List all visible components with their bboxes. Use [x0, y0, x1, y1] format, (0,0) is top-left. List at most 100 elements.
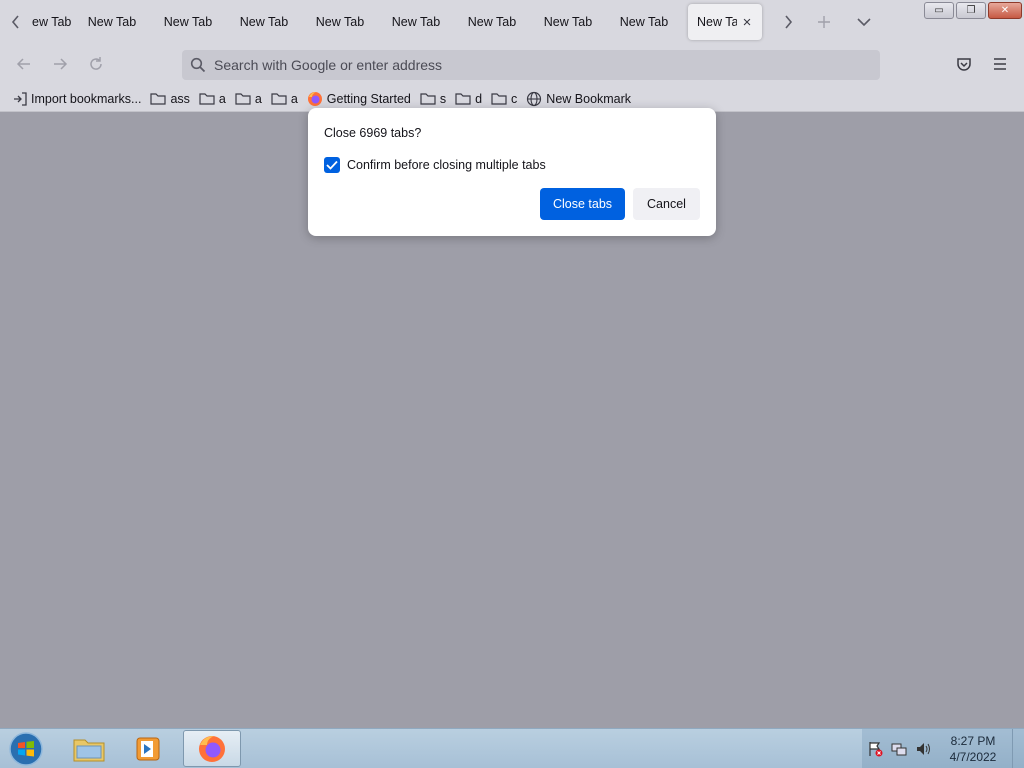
minimize-icon: ▭	[934, 5, 944, 16]
tab-scroll-right-button[interactable]	[774, 8, 802, 36]
taskbar-firefox[interactable]	[183, 730, 241, 767]
confirm-checkbox[interactable]	[324, 157, 340, 173]
forward-button[interactable]	[48, 52, 72, 76]
file-explorer-icon	[73, 739, 105, 761]
bookmark-getting-started[interactable]: Getting Started	[304, 88, 414, 110]
bookmark-label: a	[290, 91, 298, 106]
new-tab-button[interactable]	[810, 8, 838, 36]
tab-label: New Tab	[315, 15, 365, 29]
menu-button[interactable]	[988, 52, 1012, 76]
chevron-left-icon	[11, 15, 19, 29]
folder-icon	[271, 93, 287, 105]
chevron-down-icon	[857, 18, 871, 27]
bookmark-folder[interactable]: a	[232, 88, 265, 110]
tab[interactable]: New Tab	[454, 4, 530, 40]
tab-label: New Tab	[239, 15, 289, 29]
tab[interactable]: New Tab	[302, 4, 378, 40]
bookmark-label: ass	[170, 91, 190, 106]
arrow-right-icon	[54, 58, 68, 70]
window-close-button[interactable]: ✕	[988, 2, 1022, 19]
tab-list: ew Tab New Tab New Tab New Tab New Tab N…	[28, 4, 762, 40]
pocket-button[interactable]	[952, 52, 976, 76]
tab-label: New Tab	[87, 15, 137, 29]
media-player-icon	[136, 737, 160, 760]
tab[interactable]: New Tab	[150, 4, 226, 40]
firefox-icon	[307, 91, 322, 106]
cancel-button[interactable]: Cancel	[633, 188, 700, 220]
checkmark-icon	[326, 160, 338, 170]
close-tabs-dialog: Close 6969 tabs? Confirm before closing …	[308, 108, 716, 236]
restore-icon: ❐	[966, 5, 976, 16]
tab-label: New Tab	[619, 15, 669, 29]
browser-chrome: ew Tab New Tab New Tab New Tab New Tab N…	[0, 0, 1024, 112]
taskbar: 8:27 PM 4/7/2022	[0, 728, 1024, 768]
close-icon: ✕	[1000, 5, 1010, 16]
tab[interactable]: ew Tab	[28, 4, 74, 40]
volume-icon[interactable]	[914, 740, 932, 758]
tab[interactable]: New Tab	[226, 4, 302, 40]
bookmark-folder[interactable]: s	[417, 88, 449, 110]
bookmark-folder[interactable]: a	[196, 88, 229, 110]
tab-label: New Tab	[543, 15, 593, 29]
clock-time: 8:27 PM	[950, 734, 996, 748]
bookmark-label: a	[254, 91, 262, 106]
tab[interactable]: New Tab	[530, 4, 606, 40]
import-icon	[14, 91, 27, 106]
minimize-button[interactable]: ▭	[924, 2, 954, 19]
bookmark-label: s	[439, 91, 447, 106]
folder-icon	[455, 93, 471, 105]
bookmark-label: c	[511, 91, 518, 106]
bookmark-label: Import bookmarks...	[31, 91, 142, 106]
globe-icon	[527, 91, 542, 106]
bookmark-folder[interactable]: d	[452, 88, 485, 110]
clock[interactable]: 8:27 PM 4/7/2022	[940, 733, 1006, 765]
tab-strip: ew Tab New Tab New Tab New Tab New Tab N…	[0, 0, 1024, 44]
chevron-right-icon	[785, 15, 793, 29]
tab-scroll-left-button[interactable]	[2, 8, 30, 36]
bookmark-label: a	[218, 91, 226, 106]
folder-icon	[150, 93, 167, 105]
back-button[interactable]	[12, 52, 36, 76]
show-desktop-button[interactable]	[1012, 729, 1024, 768]
folder-icon	[235, 93, 251, 105]
bookmark-folder[interactable]: a	[268, 88, 301, 110]
taskbar-file-explorer[interactable]	[60, 730, 118, 767]
address-bar[interactable]	[182, 50, 880, 80]
folder-icon	[491, 93, 507, 105]
confirm-checkbox-label: Confirm before closing multiple tabs	[347, 158, 546, 172]
tab[interactable]: New Tab	[74, 4, 150, 40]
tab-label: ew Tab	[32, 15, 72, 29]
start-button[interactable]	[6, 731, 46, 767]
bookmark-folder[interactable]: ass	[147, 88, 192, 110]
tab[interactable]: New Tab	[378, 4, 454, 40]
folder-icon	[420, 93, 436, 105]
clock-date: 4/7/2022	[949, 750, 997, 764]
tab-label: New Tab	[163, 15, 213, 29]
confirm-checkbox-row[interactable]: Confirm before closing multiple tabs	[324, 157, 546, 173]
pocket-icon	[957, 58, 971, 71]
action-center-icon[interactable]	[866, 740, 884, 758]
arrow-left-icon	[16, 58, 30, 70]
tab[interactable]: New Tab	[606, 4, 682, 40]
taskbar-media-player[interactable]	[120, 730, 178, 767]
close-tabs-button[interactable]: Close tabs	[540, 188, 625, 220]
list-all-tabs-button[interactable]	[850, 8, 878, 36]
address-input[interactable]	[214, 50, 854, 80]
network-icon[interactable]	[890, 740, 908, 758]
search-icon	[190, 57, 206, 73]
restore-button[interactable]: ❐	[956, 2, 986, 19]
dialog-title: Close 6969 tabs?	[324, 126, 422, 140]
bookmark-label: d	[475, 91, 483, 106]
navigation-toolbar	[0, 44, 1024, 84]
hamburger-menu-icon	[994, 58, 1006, 70]
tab-label: New Tab	[697, 15, 737, 29]
tab-close-icon[interactable]: ×	[739, 14, 755, 31]
active-tab[interactable]: New Tab ×	[688, 4, 762, 40]
reload-button[interactable]	[84, 52, 108, 76]
bookmark-new[interactable]: New Bookmark	[523, 88, 634, 110]
firefox-icon	[199, 735, 225, 762]
reload-icon	[90, 57, 102, 70]
folder-icon	[199, 93, 215, 105]
bookmark-import[interactable]: Import bookmarks...	[10, 88, 144, 110]
bookmark-folder[interactable]: c	[488, 88, 520, 110]
